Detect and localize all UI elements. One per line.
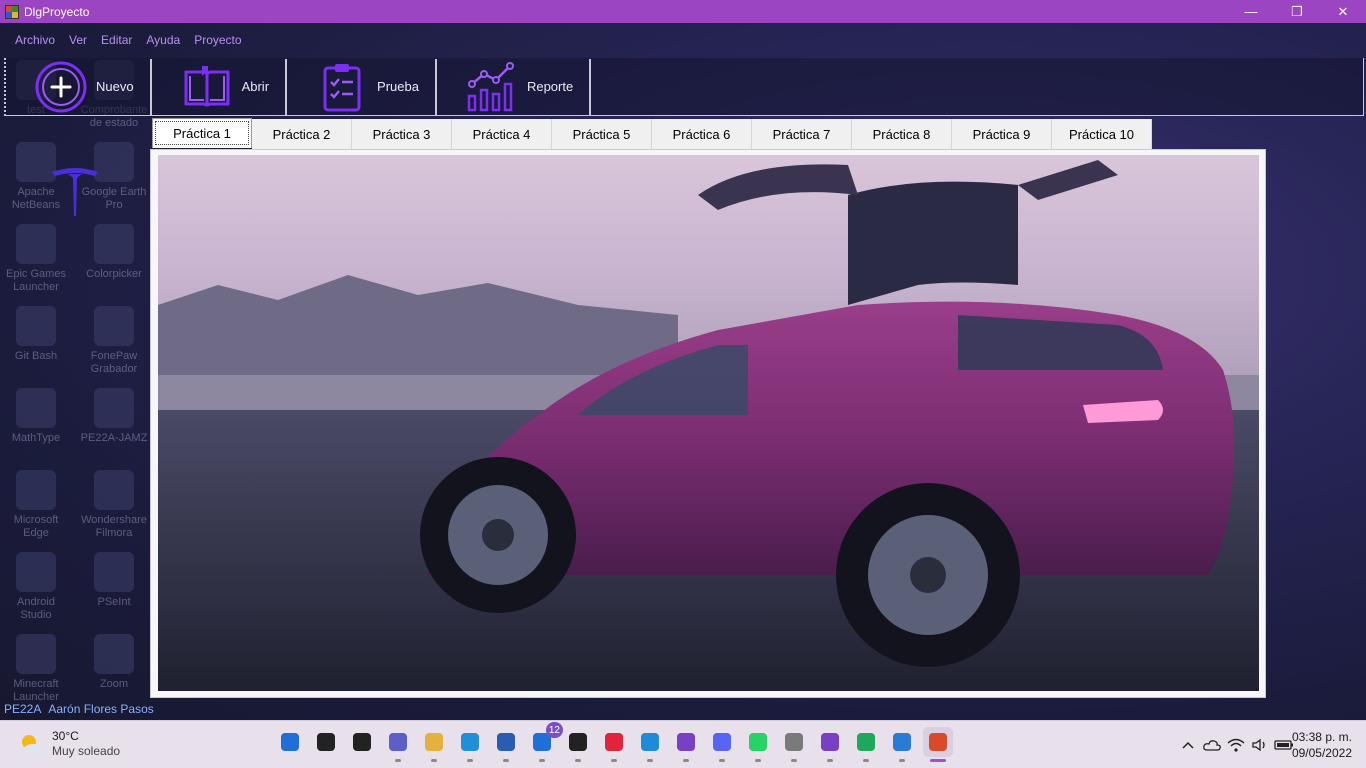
sun-cloud-icon <box>22 734 42 754</box>
abrir-button[interactable]: Abrir <box>152 58 288 115</box>
media-player-icon[interactable] <box>563 727 593 762</box>
system-tray <box>1176 736 1296 754</box>
running-indicator <box>503 759 509 762</box>
running-indicator <box>431 759 437 762</box>
menu-ver[interactable]: Ver <box>62 33 94 47</box>
tesla-logo-icon <box>52 168 98 216</box>
volume-icon[interactable] <box>1248 736 1272 754</box>
minimize-button[interactable]: — <box>1228 0 1274 23</box>
menu-proyecto[interactable]: Proyecto <box>187 33 248 47</box>
prueba-label: Prueba <box>377 79 419 94</box>
chart-report-icon <box>467 61 514 111</box>
weather-temperature: 30°C <box>52 729 79 743</box>
visual-studio-icon[interactable] <box>671 727 701 762</box>
running-indicator <box>539 759 545 762</box>
clock-date: 09/05/2022 <box>1291 746 1352 760</box>
car-picture <box>158 155 1259 691</box>
menu-ayuda[interactable]: Ayuda <box>139 33 187 47</box>
tab-practica-2[interactable]: Práctica 2 <box>252 119 352 150</box>
weather-description: Muy soleado <box>52 744 121 758</box>
menu-editar[interactable]: Editar <box>94 33 139 47</box>
chevron-up-icon[interactable] <box>1176 736 1200 754</box>
whatsapp-icon[interactable] <box>743 727 773 762</box>
task-view-icon[interactable] <box>347 727 377 757</box>
tab-panel-practica-1 <box>150 149 1266 698</box>
toolbar: Nuevo Abrir Prueba Reporte <box>4 58 1364 116</box>
tab-practica-4[interactable]: Práctica 4 <box>452 119 552 150</box>
close-button[interactable]: ✕ <box>1320 0 1366 23</box>
car-scene <box>158 155 1259 691</box>
title-bar[interactable]: DlgProyecto — ❐ ✕ <box>0 0 1366 23</box>
discord-icon[interactable] <box>707 727 737 762</box>
tab-practica-9[interactable]: Práctica 9 <box>952 119 1052 150</box>
tab-practica-7[interactable]: Práctica 7 <box>752 119 852 150</box>
taskbar: 30°C Muy soleado 12 03:38 p. m. 09/05/20… <box>0 720 1366 768</box>
edge-icon[interactable] <box>455 727 485 762</box>
running-indicator <box>395 759 401 762</box>
tab-practica-8[interactable]: Práctica 8 <box>852 119 952 150</box>
clipboard-check-icon <box>323 63 361 111</box>
nuevo-button[interactable]: Nuevo <box>6 58 152 115</box>
running-indicator <box>755 759 761 762</box>
green-app-icon[interactable] <box>851 727 881 762</box>
tab-practica-6[interactable]: Práctica 6 <box>652 119 752 150</box>
author-label: Aarón Flores Pasos <box>48 702 154 716</box>
tab-strip: Práctica 1 Práctica 2 Práctica 3 Práctic… <box>152 118 1152 150</box>
running-indicator <box>467 759 473 762</box>
github-icon[interactable] <box>815 727 845 762</box>
open-book-icon <box>184 65 230 106</box>
dlgproyecto-app-icon[interactable] <box>923 727 953 762</box>
notification-badge: 12 <box>545 722 563 738</box>
nuevo-label: Nuevo <box>96 79 134 94</box>
abrir-label: Abrir <box>241 79 270 94</box>
notes-app-icon[interactable] <box>779 727 809 762</box>
onedrive-icon[interactable] <box>1200 736 1224 754</box>
taskbar-apps: 12 <box>272 722 956 762</box>
search-icon[interactable] <box>311 727 341 757</box>
tab-practica-3[interactable]: Práctica 3 <box>352 119 452 150</box>
tab-practica-1[interactable]: Práctica 1 <box>152 118 252 148</box>
weather-widget[interactable]: 30°C Muy soleado <box>18 729 120 758</box>
wifi-icon[interactable] <box>1224 736 1248 754</box>
running-indicator <box>930 759 946 762</box>
running-indicator <box>791 759 797 762</box>
opera-icon[interactable] <box>599 727 629 762</box>
menu-bar: Archivo Ver Editar Ayuda Proyecto <box>0 29 249 51</box>
windows-start-icon[interactable] <box>275 727 305 757</box>
photos-icon[interactable] <box>887 727 917 762</box>
prueba-button[interactable]: Prueba <box>287 58 437 115</box>
running-indicator <box>647 759 653 762</box>
meet-chat-icon[interactable] <box>383 727 413 762</box>
plus-circle-icon <box>35 61 87 112</box>
maximize-button[interactable]: ❐ <box>1274 0 1320 23</box>
window-title: DlgProyecto <box>24 4 90 19</box>
running-indicator <box>575 759 581 762</box>
tab-practica-5[interactable]: Práctica 5 <box>552 119 652 150</box>
clock[interactable]: 03:38 p. m. 09/05/2022 <box>1292 729 1352 761</box>
running-indicator <box>899 759 905 762</box>
group-label: PE22A <box>4 702 42 716</box>
status-strip: PE22A Aarón Flores Pasos <box>4 702 154 716</box>
running-indicator <box>863 759 869 762</box>
file-explorer-icon[interactable] <box>419 727 449 762</box>
store-icon[interactable] <box>491 727 521 762</box>
mail-icon[interactable]: 12 <box>527 722 563 762</box>
menu-archivo[interactable]: Archivo <box>8 33 62 47</box>
clock-time: 03:38 p. m. <box>1291 730 1352 744</box>
reporte-button[interactable]: Reporte <box>437 58 592 115</box>
running-indicator <box>719 759 725 762</box>
tab-practica-10[interactable]: Práctica 10 <box>1052 119 1152 150</box>
app-window-icon <box>5 4 19 19</box>
running-indicator <box>683 759 689 762</box>
reporte-label: Reporte <box>526 79 574 94</box>
running-indicator <box>611 759 617 762</box>
running-indicator <box>827 759 833 762</box>
app-window: DlgProyecto — ❐ ✕ Archivo Ver Editar Ayu… <box>0 0 1366 720</box>
vscode-icon[interactable] <box>635 727 665 762</box>
